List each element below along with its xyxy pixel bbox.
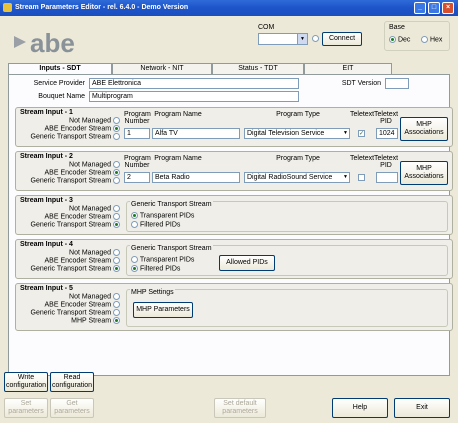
base-hex-option[interactable]: Hex — [421, 36, 442, 43]
teletext-pid-header: Teletext PID — [374, 111, 399, 125]
inputs-sdt-panel: Service Provider ABE Elettronica Bouquet… — [8, 74, 453, 376]
com-label: COM — [258, 24, 275, 31]
teletext-header: Teletext — [350, 111, 375, 118]
sdt-version-input[interactable] — [385, 78, 409, 89]
stream-input-5-title: Stream Input - 5 — [20, 285, 73, 292]
program-number-header: Program Number — [124, 111, 151, 125]
generic-ts-settings-4: Generic Transport Stream Transparent PID… — [126, 245, 448, 276]
svg-text:abe: abe — [30, 28, 75, 58]
exit-button[interactable]: Exit — [394, 398, 450, 418]
mode-not-managed-5[interactable]: Not Managed — [18, 293, 120, 300]
transparent-pids-option-4[interactable]: Transparent PIDs — [131, 256, 194, 263]
mode-not-managed-2[interactable]: Not Managed — [18, 161, 120, 168]
com-port-select[interactable]: ▼ — [258, 33, 308, 45]
read-configuration-button[interactable]: Read configuration — [50, 372, 94, 392]
program-type-header: Program Type — [276, 111, 320, 118]
generic-ts-title-3: Generic Transport Stream — [130, 201, 213, 208]
close-button[interactable]: × — [442, 2, 454, 14]
bouquet-name-label: Bouquet Name — [38, 93, 85, 100]
chevron-down-icon[interactable]: ▼ — [343, 129, 348, 138]
mode-abe-encoder-3[interactable]: ABE Encoder Stream — [18, 213, 120, 220]
set-parameters-button[interactable]: Set parameters — [4, 398, 48, 418]
window-title: Stream Parameters Editor - rel. 6.4.0 - … — [15, 4, 189, 11]
program-name-header: Program Name — [154, 111, 202, 118]
mode-abe-encoder-4[interactable]: ABE Encoder Stream — [18, 257, 120, 264]
program-number-input-1[interactable]: 1 — [124, 128, 150, 139]
teletext-header: Teletext — [350, 155, 375, 162]
mhp-settings-5: MHP Settings MHP Parameters — [126, 289, 448, 327]
minimize-button[interactable]: _ — [414, 2, 426, 14]
mode-generic-ts-4[interactable]: Generic Transport Stream — [18, 265, 120, 272]
set-default-parameters-button[interactable]: Set default parameters — [214, 398, 266, 418]
mode-generic-ts-5[interactable]: Generic Transport Stream — [18, 309, 120, 316]
transparent-pids-option-3[interactable]: Transparent PIDs — [131, 212, 194, 219]
generic-ts-title-4: Generic Transport Stream — [130, 245, 213, 252]
chevron-down-icon[interactable]: ▼ — [297, 34, 307, 44]
stream-input-3-title: Stream Input - 3 — [20, 197, 73, 204]
mode-abe-encoder-1[interactable]: ABE Encoder Stream — [18, 125, 120, 132]
program-name-input-2[interactable]: Beta Radio — [152, 172, 240, 183]
service-provider-label: Service Provider — [33, 80, 85, 87]
filtered-pids-option-4[interactable]: Filtered PIDs — [131, 265, 180, 272]
bouquet-name-input[interactable]: Multiprogram — [89, 91, 299, 102]
mode-not-managed-3[interactable]: Not Managed — [18, 205, 120, 212]
chevron-down-icon[interactable]: ▼ — [343, 173, 348, 182]
mhp-settings-title: MHP Settings — [130, 289, 175, 296]
stream-input-2-title: Stream Input - 2 — [20, 153, 73, 160]
write-configuration-button[interactable]: Write configuration — [4, 372, 48, 392]
tab-network-nit[interactable]: Network - NIT — [112, 63, 212, 74]
program-name-header: Program Name — [154, 155, 202, 162]
program-number-header: Program Number — [124, 155, 151, 169]
stream-input-5-group: Stream Input - 5 Not Managed ABE Encoder… — [15, 283, 453, 331]
base-group: Base Dec Hex — [384, 21, 450, 51]
mode-mhp-stream-5[interactable]: MHP Stream — [18, 317, 120, 324]
stream-input-4-title: Stream Input - 4 — [20, 241, 73, 248]
stream-input-1-title: Stream Input - 1 — [20, 109, 73, 116]
maximize-button[interactable]: □ — [428, 2, 440, 14]
mode-generic-ts-1[interactable]: Generic Transport Stream — [18, 133, 120, 140]
mode-generic-ts-2[interactable]: Generic Transport Stream — [18, 177, 120, 184]
program-name-input-1[interactable]: Alfa TV — [152, 128, 240, 139]
mode-generic-ts-3[interactable]: Generic Transport Stream — [18, 221, 120, 228]
stream-input-2-group: Stream Input - 2 Not Managed ABE Encoder… — [15, 151, 453, 191]
mhp-associations-button-2[interactable]: MHP Associations — [400, 161, 448, 185]
program-number-input-2[interactable]: 2 — [124, 172, 150, 183]
connect-button[interactable]: Connect — [322, 32, 362, 46]
mode-abe-encoder-5[interactable]: ABE Encoder Stream — [18, 301, 120, 308]
service-provider-input[interactable]: ABE Elettronica — [89, 78, 299, 89]
help-button[interactable]: Help — [332, 398, 388, 418]
mode-not-managed-1[interactable]: Not Managed — [18, 117, 120, 124]
base-dec-option[interactable]: Dec — [389, 36, 410, 43]
mode-not-managed-4[interactable]: Not Managed — [18, 249, 120, 256]
program-type-select-1[interactable]: Digital Television Service ▼ — [244, 128, 350, 139]
teletext-pid-header: Teletext PID — [374, 155, 399, 169]
mhp-parameters-button[interactable]: MHP Parameters — [133, 302, 193, 318]
title-bar: Stream Parameters Editor - rel. 6.4.0 - … — [0, 0, 458, 16]
get-parameters-button[interactable]: Get parameters — [50, 398, 94, 418]
teletext-pid-input-1[interactable]: 1024 — [376, 128, 398, 139]
tab-status-tdt[interactable]: Status - TDT — [212, 63, 304, 74]
mode-abe-encoder-2[interactable]: ABE Encoder Stream — [18, 169, 120, 176]
generic-ts-settings-3: Generic Transport Stream Transparent PID… — [126, 201, 448, 232]
stream-input-1-group: Stream Input - 1 Not Managed ABE Encoder… — [15, 107, 453, 147]
sdt-version-label: SDT Version — [341, 80, 381, 87]
program-type-select-2[interactable]: Digital RadioSound Service ▼ — [244, 172, 350, 183]
allowed-pids-button[interactable]: Allowed PIDs — [219, 255, 275, 271]
tab-eit[interactable]: EIT — [304, 63, 392, 74]
program-type-header: Program Type — [276, 155, 320, 162]
mhp-associations-button-1[interactable]: MHP Associations — [400, 117, 448, 141]
main-window: abe COM ▼ Connect Base Dec Hex Inputs - … — [2, 16, 456, 421]
connection-status-indicator — [312, 35, 319, 42]
stream-input-4-group: Stream Input - 4 Not Managed ABE Encoder… — [15, 239, 453, 279]
stream-input-3-group: Stream Input - 3 Not Managed ABE Encoder… — [15, 195, 453, 235]
abe-logo: abe — [14, 28, 75, 58]
app-icon — [3, 3, 12, 12]
teletext-checkbox-2[interactable] — [358, 174, 365, 181]
tab-bar: Inputs - SDT Network - NIT Status - TDT … — [8, 63, 450, 75]
filtered-pids-option-3[interactable]: Filtered PIDs — [131, 221, 180, 228]
teletext-pid-input-2[interactable] — [376, 172, 398, 183]
base-label: Base — [389, 24, 405, 31]
teletext-checkbox-1[interactable]: ✓ — [358, 130, 365, 137]
